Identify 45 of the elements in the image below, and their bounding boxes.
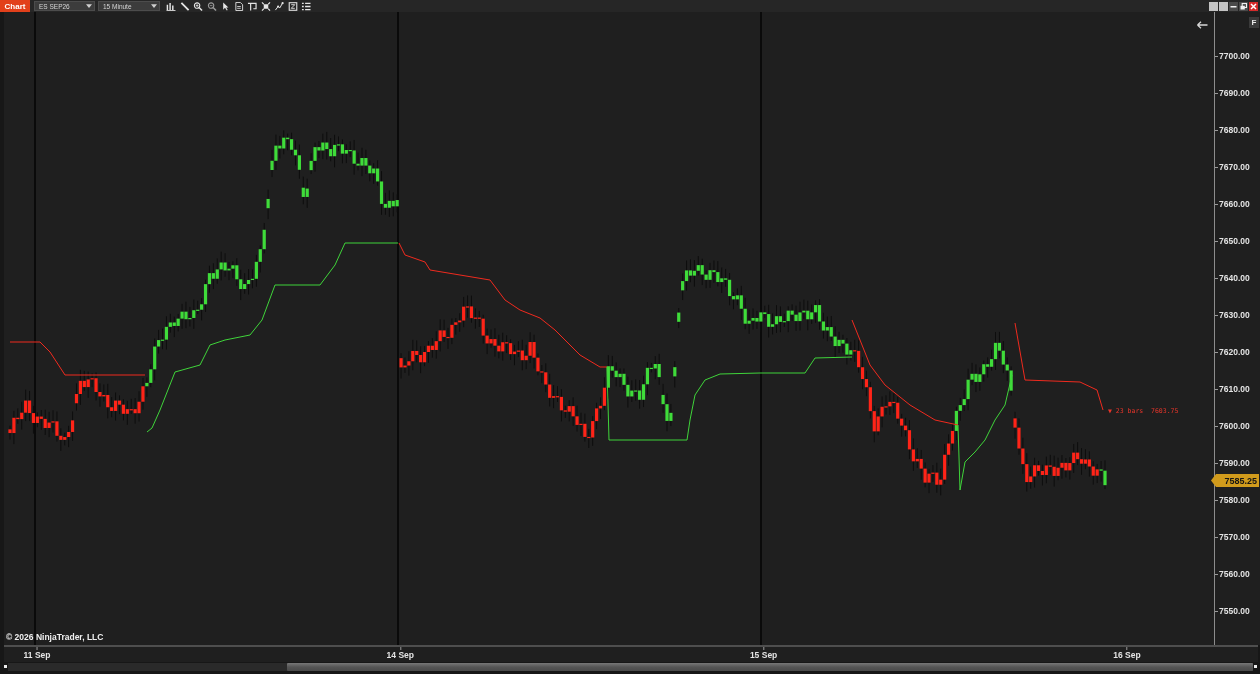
- document-icon[interactable]: [233, 1, 244, 11]
- scale-button[interactable]: F: [1249, 17, 1259, 28]
- price-axis-label: 7580.00: [1215, 495, 1250, 505]
- price-axis-label: 7680.00: [1215, 125, 1250, 135]
- pencil-icon[interactable]: [179, 1, 190, 11]
- price-axis-label: 7660.00: [1215, 199, 1250, 209]
- price-axis-label: 7570.00: [1215, 532, 1250, 542]
- left-arrow-icon[interactable]: [1197, 21, 1208, 29]
- caret-icon: [86, 4, 92, 8]
- price-axis-label: 7640.00: [1215, 273, 1250, 283]
- price-axis-label: 7590.00: [1215, 458, 1250, 468]
- price-axis-label: 7630.00: [1215, 310, 1250, 320]
- list-icon[interactable]: [301, 1, 311, 11]
- time-axis-label: 16 Sep: [1113, 647, 1141, 661]
- framed-square-icon[interactable]: [287, 1, 298, 11]
- scrollbar-thumb[interactable]: [287, 662, 1253, 671]
- scrollbar-track[interactable]: [8, 662, 1253, 671]
- caret-icon: [151, 4, 157, 8]
- last-price-label: 7585.25: [1211, 474, 1259, 487]
- time-axis-label: 14 Sep: [386, 647, 414, 661]
- price-axis-label: 7620.00: [1215, 347, 1250, 357]
- bar-chart-icon[interactable]: [166, 1, 176, 11]
- time-axis-label: 11 Sep: [23, 647, 51, 661]
- chart-tab[interactable]: Chart: [0, 0, 30, 12]
- price-axis-label: 7700.00: [1215, 51, 1250, 61]
- expand-icon[interactable]: [260, 1, 271, 11]
- price-axis-label: 7650.00: [1215, 236, 1250, 246]
- restore-icon[interactable]: [1239, 1, 1248, 11]
- time-axis-label: 15 Sep: [749, 647, 778, 661]
- copyright-text: © 2026 NinjaTrader, LLC: [6, 632, 104, 643]
- polyline-icon[interactable]: [274, 1, 284, 11]
- panel-icon[interactable]: [247, 1, 257, 11]
- close-icon[interactable]: [1249, 1, 1258, 11]
- price-axis-label: 7670.00: [1215, 162, 1250, 172]
- square-tile-icon[interactable]: [1209, 1, 1218, 11]
- zoom-in-icon[interactable]: [193, 1, 203, 11]
- price-axis-label: 7600.00: [1215, 421, 1250, 431]
- minimize-icon[interactable]: [1229, 1, 1238, 11]
- square-tile-icon[interactable]: [1219, 1, 1228, 11]
- price-axis-label: 7610.00: [1215, 384, 1250, 394]
- zoom-out-icon[interactable]: [206, 1, 217, 11]
- pointer-icon[interactable]: [220, 1, 230, 11]
- price-axis-label: 7690.00: [1215, 88, 1250, 98]
- price-axis-label: 7550.00: [1215, 606, 1250, 616]
- price-axis-label: 7560.00: [1215, 569, 1250, 579]
